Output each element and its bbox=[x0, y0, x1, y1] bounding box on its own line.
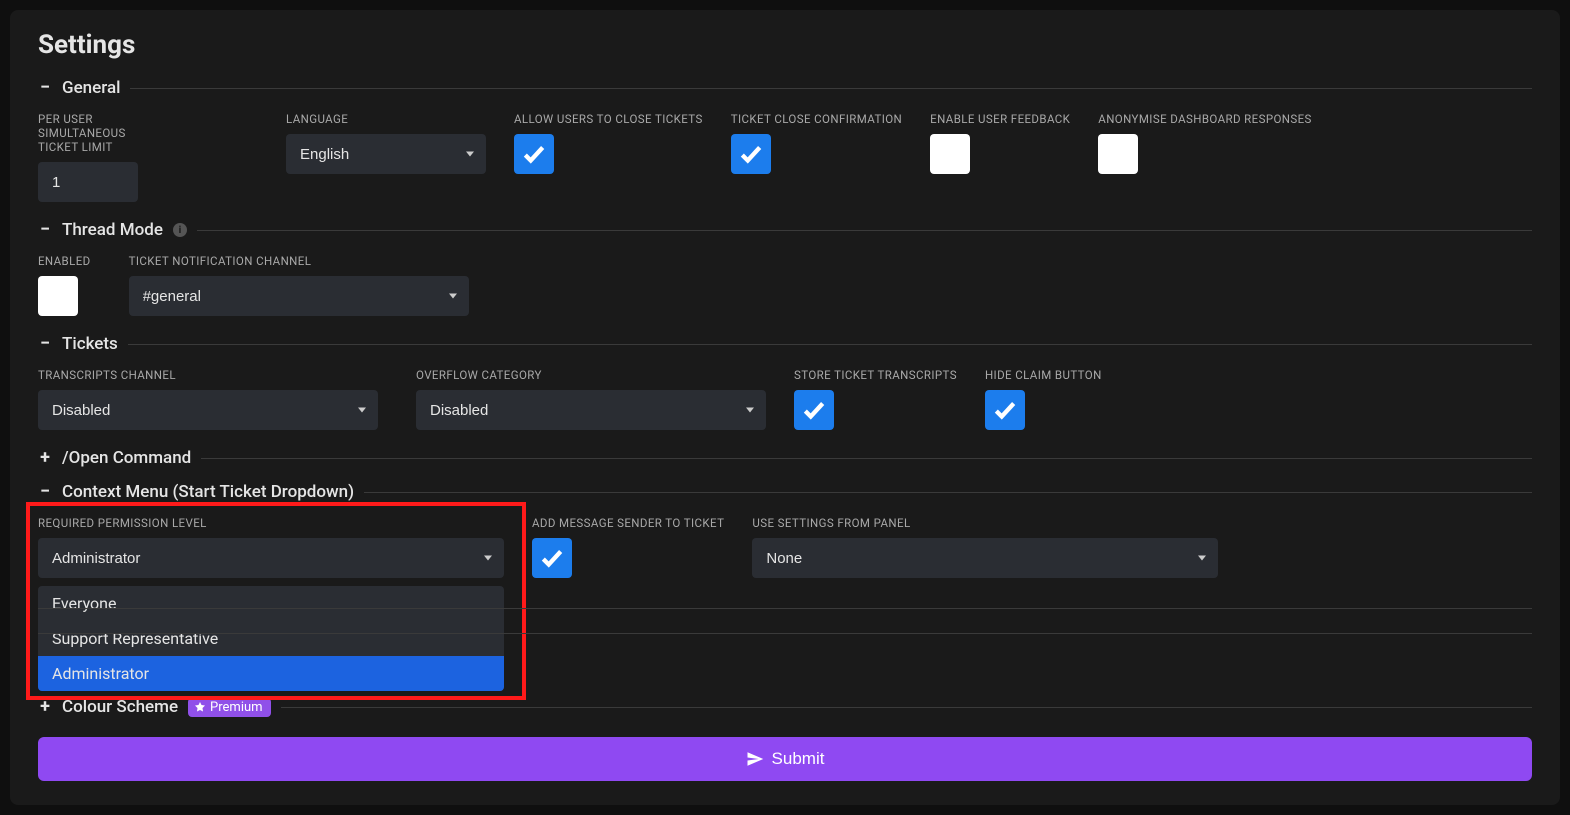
perm-level-select[interactable]: Administrator bbox=[38, 538, 504, 578]
divider bbox=[364, 492, 1532, 493]
section-context-title: Context Menu (Start Ticket Dropdown) bbox=[62, 482, 354, 502]
premium-badge: Premium bbox=[188, 698, 271, 717]
submit-label: Submit bbox=[772, 749, 825, 769]
anonymise-checkbox[interactable] bbox=[1098, 134, 1138, 174]
thread-enabled-checkbox[interactable] bbox=[38, 276, 78, 316]
language-label: LANGUAGE bbox=[286, 112, 486, 126]
divider bbox=[201, 458, 1532, 459]
section-thread-title: Thread Mode bbox=[62, 220, 163, 240]
collapse-icon: − bbox=[38, 223, 52, 237]
section-open-command-title: /Open Command bbox=[62, 448, 191, 468]
section-colour-header[interactable]: + Colour Scheme Premium bbox=[38, 697, 1532, 717]
transcripts-label: TRANSCRIPTS CHANNEL bbox=[38, 368, 378, 382]
feedback-label: ENABLE USER FEEDBACK bbox=[930, 112, 1070, 126]
allow-close-checkbox[interactable] bbox=[514, 134, 554, 174]
section-open-command-header[interactable]: + /Open Command bbox=[38, 448, 1532, 468]
panel-settings-label: USE SETTINGS FROM PANEL bbox=[752, 516, 1218, 530]
section-thread-header[interactable]: − Thread Mode i bbox=[38, 220, 1532, 240]
section-tickets-title: Tickets bbox=[62, 334, 118, 354]
submit-button[interactable]: Submit bbox=[38, 737, 1532, 781]
feedback-checkbox[interactable] bbox=[930, 134, 970, 174]
close-confirm-label: TICKET CLOSE CONFIRMATION bbox=[731, 112, 902, 126]
panel-settings-select[interactable]: None bbox=[752, 538, 1218, 578]
premium-icon bbox=[194, 701, 206, 713]
divider bbox=[38, 633, 1532, 634]
add-sender-checkbox[interactable] bbox=[532, 538, 572, 578]
store-transcripts-label: STORE TICKET TRANSCRIPTS bbox=[794, 368, 957, 382]
ticket-limit-label: PER USER SIMULTANEOUS TICKET LIMIT bbox=[38, 112, 138, 154]
send-icon bbox=[746, 750, 764, 768]
transcripts-select[interactable]: Disabled bbox=[38, 390, 378, 430]
check-icon bbox=[539, 545, 565, 571]
check-icon bbox=[738, 141, 764, 167]
allow-close-label: ALLOW USERS TO CLOSE TICKETS bbox=[514, 112, 703, 126]
divider bbox=[128, 344, 1532, 345]
language-select[interactable]: English bbox=[286, 134, 486, 174]
overflow-label: OVERFLOW CATEGORY bbox=[416, 368, 766, 382]
expand-icon: + bbox=[38, 700, 52, 714]
premium-badge-text: Premium bbox=[210, 700, 263, 715]
section-context-header[interactable]: − Context Menu (Start Ticket Dropdown) bbox=[38, 482, 1532, 502]
section-tickets-header[interactable]: − Tickets bbox=[38, 334, 1532, 354]
divider bbox=[281, 707, 1532, 708]
divider bbox=[197, 230, 1532, 231]
section-general-title: General bbox=[62, 78, 120, 98]
section-general-header[interactable]: − General bbox=[38, 78, 1532, 98]
page-title: Settings bbox=[38, 30, 1532, 60]
expand-icon: + bbox=[38, 451, 52, 465]
add-sender-label: ADD MESSAGE SENDER TO TICKET bbox=[532, 516, 724, 530]
check-icon bbox=[521, 141, 547, 167]
divider bbox=[38, 608, 1532, 609]
collapse-icon: − bbox=[38, 337, 52, 351]
info-icon[interactable]: i bbox=[173, 223, 187, 237]
check-icon bbox=[801, 397, 827, 423]
section-colour-title: Colour Scheme bbox=[62, 697, 178, 717]
store-transcripts-checkbox[interactable] bbox=[794, 390, 834, 430]
overflow-select[interactable]: Disabled bbox=[416, 390, 766, 430]
ticket-limit-input[interactable] bbox=[38, 162, 138, 202]
close-confirm-checkbox[interactable] bbox=[731, 134, 771, 174]
notif-channel-label: TICKET NOTIFICATION CHANNEL bbox=[129, 254, 469, 268]
collapse-icon: − bbox=[38, 485, 52, 499]
perm-level-label: REQUIRED PERMISSION LEVEL bbox=[38, 516, 504, 530]
divider bbox=[130, 88, 1532, 89]
section-hidden-a[interactable] bbox=[38, 608, 1532, 609]
hide-claim-label: HIDE CLAIM BUTTON bbox=[985, 368, 1102, 382]
perm-option-admin[interactable]: Administrator bbox=[38, 656, 504, 691]
section-hidden-b[interactable] bbox=[38, 633, 1532, 634]
anonymise-label: ANONYMISE DASHBOARD RESPONSES bbox=[1098, 112, 1311, 126]
thread-enabled-label: ENABLED bbox=[38, 254, 91, 268]
hide-claim-checkbox[interactable] bbox=[985, 390, 1025, 430]
notif-channel-select[interactable]: #general bbox=[129, 276, 469, 316]
check-icon bbox=[992, 397, 1018, 423]
collapse-icon: − bbox=[38, 81, 52, 95]
